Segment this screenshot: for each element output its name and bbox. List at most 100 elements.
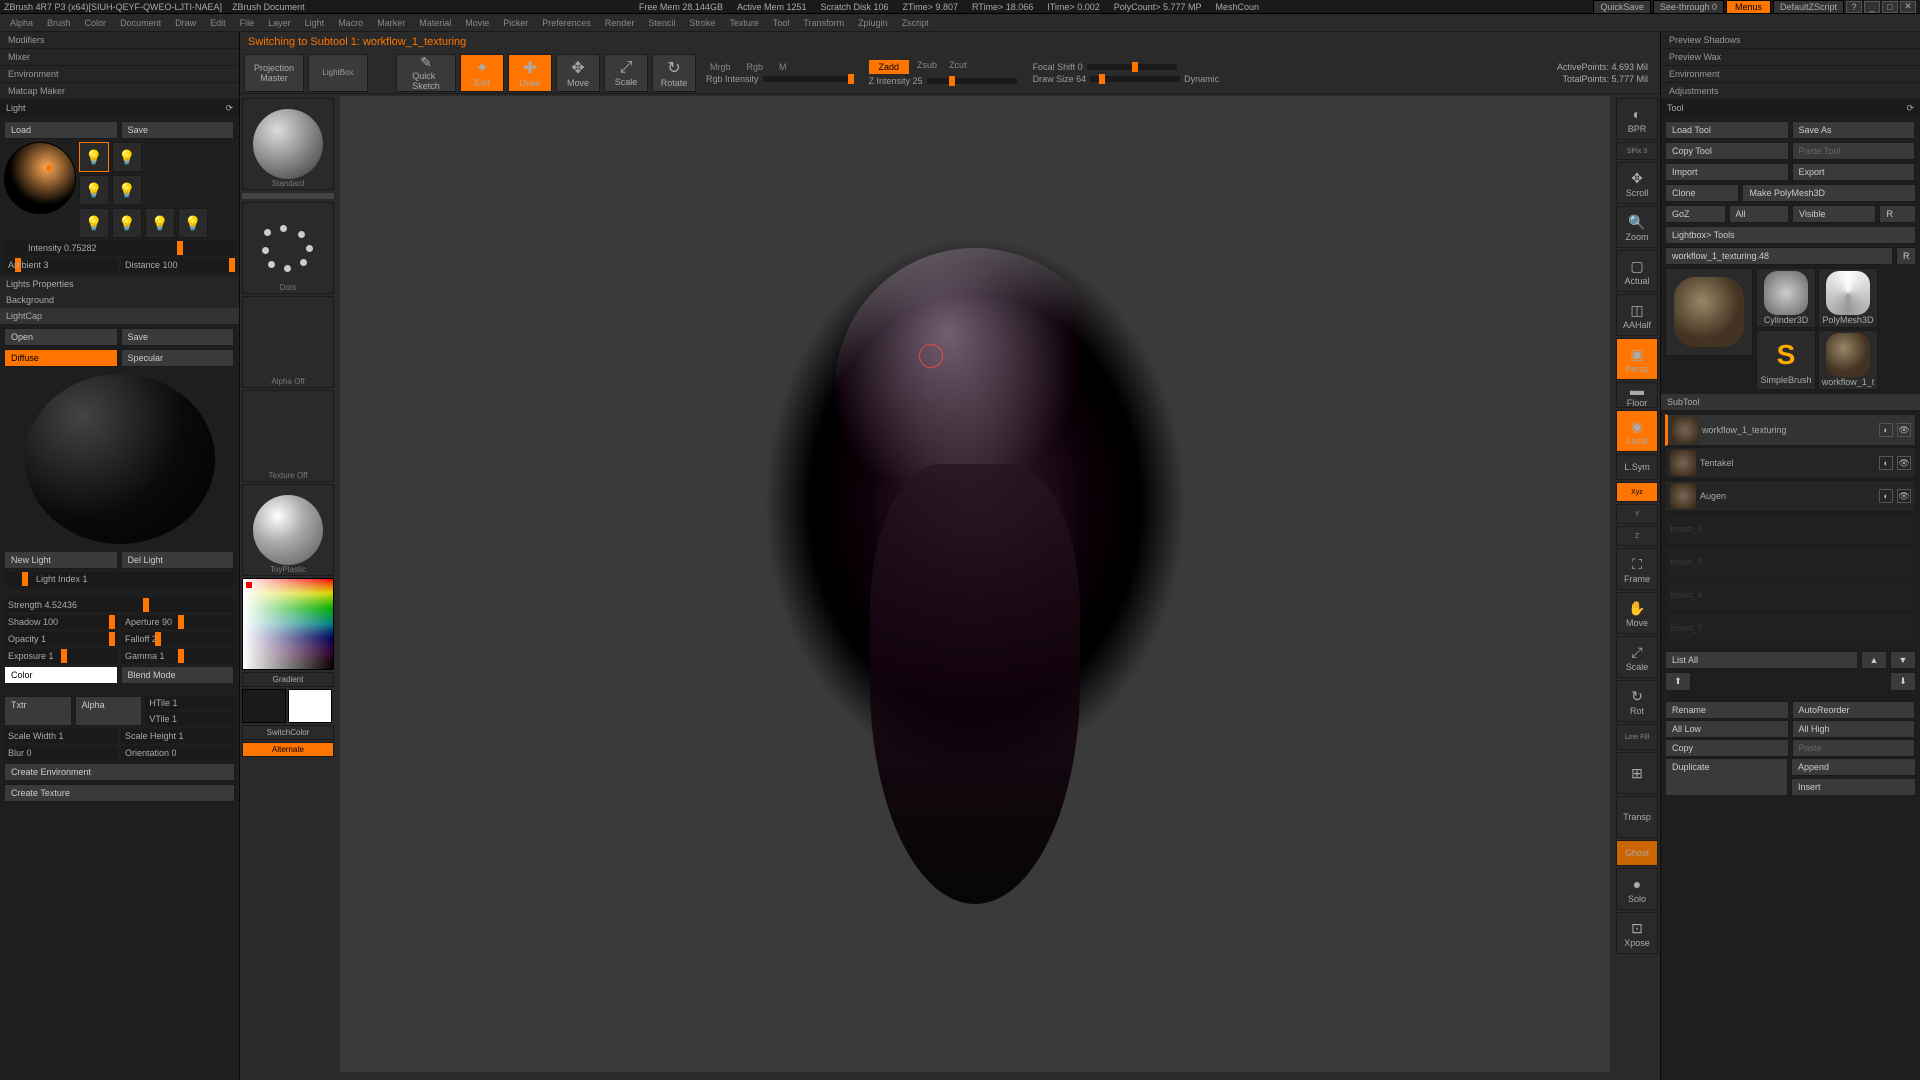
persp-button[interactable]: ▣Persp xyxy=(1616,338,1658,380)
m-toggle[interactable]: M xyxy=(775,62,791,72)
menu-document[interactable]: Document xyxy=(114,16,167,30)
brush-selector[interactable]: Standard xyxy=(242,98,334,190)
subtool-row-3[interactable]: Insert_4 xyxy=(1665,513,1916,545)
menu-texture[interactable]: Texture xyxy=(723,16,765,30)
menu-preferences[interactable]: Preferences xyxy=(536,16,597,30)
light-7-toggle[interactable]: 💡 xyxy=(145,208,175,238)
scroll-button[interactable]: ✥Scroll xyxy=(1616,162,1658,204)
rename-button[interactable]: Rename xyxy=(1665,701,1789,719)
menu-tool[interactable]: Tool xyxy=(767,16,796,30)
light-intensity-slider[interactable]: Intensity 0.75282 xyxy=(4,241,235,255)
distance-slider[interactable]: Distance 100 xyxy=(121,258,235,272)
menu-transform[interactable]: Transform xyxy=(797,16,850,30)
menu-color[interactable]: Color xyxy=(79,16,113,30)
bpr-button[interactable]: ◐BPR xyxy=(1616,98,1658,140)
lsym-button[interactable]: L.Sym xyxy=(1616,454,1658,480)
gradient-toggle[interactable]: Gradient xyxy=(242,672,334,687)
blur-slider[interactable]: Blur 0 xyxy=(4,746,118,760)
window-min-icon[interactable]: _ xyxy=(1864,1,1880,13)
menu-marker[interactable]: Marker xyxy=(371,16,411,30)
subtool-paint-icon[interactable]: ◐ xyxy=(1879,456,1893,470)
menu-material[interactable]: Material xyxy=(413,16,457,30)
light-2-toggle[interactable]: 💡 xyxy=(112,142,142,172)
subtool-paste-button[interactable]: Paste xyxy=(1792,739,1916,757)
light-index-slider[interactable]: Light Index 1 xyxy=(4,572,235,586)
scale-mode-button[interactable]: ⤢Scale xyxy=(604,54,648,92)
solo-button[interactable]: ●Solo xyxy=(1616,868,1658,910)
material-selector[interactable]: ToyPlastic xyxy=(242,484,334,576)
zcut-toggle[interactable]: Zcut xyxy=(945,60,971,74)
mixer-section[interactable]: Mixer xyxy=(0,49,239,66)
subtool-paint-icon[interactable]: ◐ xyxy=(1879,423,1893,437)
import-button[interactable]: Import xyxy=(1665,163,1789,181)
matcap-section[interactable]: Matcap Maker xyxy=(0,83,239,100)
xpose-button[interactable]: ⊡Xpose xyxy=(1616,912,1658,954)
light-5-toggle[interactable]: 💡 xyxy=(79,208,109,238)
tool-thumb-1[interactable]: Cylinder3D xyxy=(1756,268,1816,328)
quicksave-button[interactable]: QuickSave xyxy=(1593,0,1651,14)
falloff-slider[interactable]: Falloff 2 xyxy=(121,632,235,646)
goz-r-button[interactable]: R xyxy=(1879,205,1916,223)
subtool-vis-icon[interactable]: 👁 xyxy=(1897,423,1911,437)
color-picker[interactable] xyxy=(242,578,334,670)
subtool-down-button[interactable]: ▼ xyxy=(1890,651,1916,669)
zintensity-slider[interactable] xyxy=(927,78,1017,84)
zsub-toggle[interactable]: Zsub xyxy=(913,60,941,74)
light-load-button[interactable]: Load xyxy=(4,121,118,139)
nav-move-button[interactable]: ✋Move xyxy=(1616,592,1658,634)
menu-draw[interactable]: Draw xyxy=(169,16,202,30)
canvas[interactable] xyxy=(340,96,1610,1072)
save-as-button[interactable]: Save As xyxy=(1792,121,1916,139)
current-tool-name[interactable]: workflow_1_texturing.48 xyxy=(1665,247,1893,265)
txtr-button[interactable]: Txtr xyxy=(4,696,72,726)
del-light-button[interactable]: Del Light xyxy=(121,551,235,569)
list-all-button[interactable]: List All xyxy=(1665,651,1858,669)
light-3-toggle[interactable]: 💡 xyxy=(79,175,109,205)
ghost-button[interactable]: Ghost xyxy=(1616,840,1658,866)
modifiers-section[interactable]: Modifiers xyxy=(0,32,239,49)
frame-button[interactable]: ⛶Frame xyxy=(1616,548,1658,590)
menu-file[interactable]: File xyxy=(234,16,261,30)
shadow-slider[interactable]: Shadow 100 xyxy=(4,615,118,629)
draw-mode-button[interactable]: ✚Draw xyxy=(508,54,552,92)
nav-scale-button[interactable]: ⤢Scale xyxy=(1616,636,1658,678)
preview-wax-section[interactable]: Preview Wax xyxy=(1661,49,1920,66)
append-button[interactable]: Append xyxy=(1791,758,1916,776)
floor-button[interactable]: ▬Floor xyxy=(1616,382,1658,408)
subtool-row-2[interactable]: Augen ◐ 👁 xyxy=(1665,480,1916,512)
goz-all-button[interactable]: All xyxy=(1729,205,1790,223)
blend-mode-button[interactable]: Blend Mode xyxy=(121,666,235,684)
lightcap-preview[interactable] xyxy=(25,374,215,544)
menu-layer[interactable]: Layer xyxy=(262,16,297,30)
vtile-slider[interactable]: VTile 1 xyxy=(145,712,235,726)
alpha-selector[interactable]: Alpha Off xyxy=(242,296,334,388)
transp-button[interactable]: Transp xyxy=(1616,796,1658,838)
menus-toggle[interactable]: Menus xyxy=(1726,0,1771,14)
subtool-row-1[interactable]: Tentakel ◐ 👁 xyxy=(1665,447,1916,479)
goz-button[interactable]: GoZ xyxy=(1665,205,1726,223)
lc-alpha-button[interactable]: Alpha xyxy=(75,696,143,726)
rgb-intensity-slider[interactable] xyxy=(763,76,853,82)
clone-button[interactable]: Clone xyxy=(1665,184,1739,202)
subtool-row-4[interactable]: Insert_5 xyxy=(1665,546,1916,578)
light-6-toggle[interactable]: 💡 xyxy=(112,208,142,238)
menu-render[interactable]: Render xyxy=(599,16,641,30)
mrgb-toggle[interactable]: Mrgb xyxy=(706,62,735,72)
refresh-icon[interactable]: ⟳ xyxy=(225,103,233,114)
texture-selector[interactable]: Texture Off xyxy=(242,390,334,482)
menu-zplugin[interactable]: Zplugin xyxy=(852,16,894,30)
menu-edit[interactable]: Edit xyxy=(204,16,232,30)
orientation-slider[interactable]: Orientation 0 xyxy=(121,746,235,760)
subtool-vis-icon[interactable]: 👁 xyxy=(1897,456,1911,470)
menu-macro[interactable]: Macro xyxy=(332,16,369,30)
z-axis-icon[interactable]: Z xyxy=(1616,526,1658,546)
light-4-toggle[interactable]: 💡 xyxy=(112,175,142,205)
zoom-button[interactable]: 🔍Zoom xyxy=(1616,206,1658,248)
tool-thumb-4[interactable]: workflow_1_t xyxy=(1818,330,1878,390)
background-header[interactable]: Background xyxy=(0,292,239,308)
create-environment-button[interactable]: Create Environment xyxy=(4,763,235,781)
polyframe-button[interactable]: ⊞ xyxy=(1616,752,1658,794)
menu-zscript[interactable]: Zscript xyxy=(896,16,935,30)
quicksketch-button[interactable]: ✎Quick Sketch xyxy=(396,54,456,92)
adjustments-section[interactable]: Adjustments xyxy=(1661,83,1920,100)
